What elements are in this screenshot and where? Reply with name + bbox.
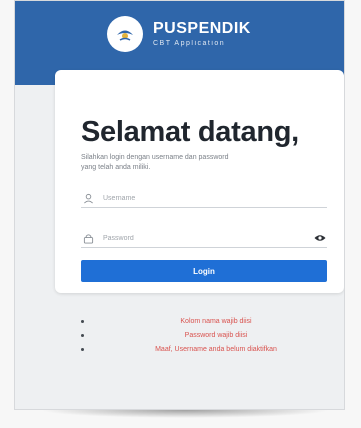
window-shadow [40,410,330,418]
error-text: Password wajib diisi [184,332,248,339]
show-password-eye-icon[interactable] [313,231,327,245]
brand-text: PUSPENDIK CBT Application [153,20,251,48]
error-item: Kolom nama wajib diisi [77,317,307,327]
user-icon [81,191,95,205]
error-text: Kolom nama wajib diisi [180,318,252,325]
bullet [81,334,84,337]
error-item: Maaf, Username anda belum diaktifkan [77,345,307,355]
login-button[interactable]: Login [81,260,327,282]
username-field [81,189,327,208]
brand: PUSPENDIK CBT Application [107,16,251,52]
username-input[interactable] [103,194,327,202]
app-window: PUSPENDIK CBT Application Selamat datang… [14,0,345,410]
tut-wuri-logo-icon [107,16,143,52]
bullet [81,348,84,351]
error-text: Maaf, Username anda belum diaktifkan [155,346,277,353]
password-field [81,229,327,248]
login-instructions: Silahkan login dengan username dan passw… [81,154,229,171]
error-list: Kolom nama wajib diisi Password wajib di… [77,317,307,359]
bullet [81,320,84,323]
brand-subtitle: CBT Application [153,40,226,47]
password-input[interactable] [103,234,313,242]
welcome-heading: Selamat datang, [81,116,299,148]
brand-title: PUSPENDIK [153,20,251,37]
lock-icon [81,231,95,245]
error-item: Password wajib diisi [77,331,307,341]
login-card: Selamat datang, Silahkan login dengan us… [55,70,344,293]
